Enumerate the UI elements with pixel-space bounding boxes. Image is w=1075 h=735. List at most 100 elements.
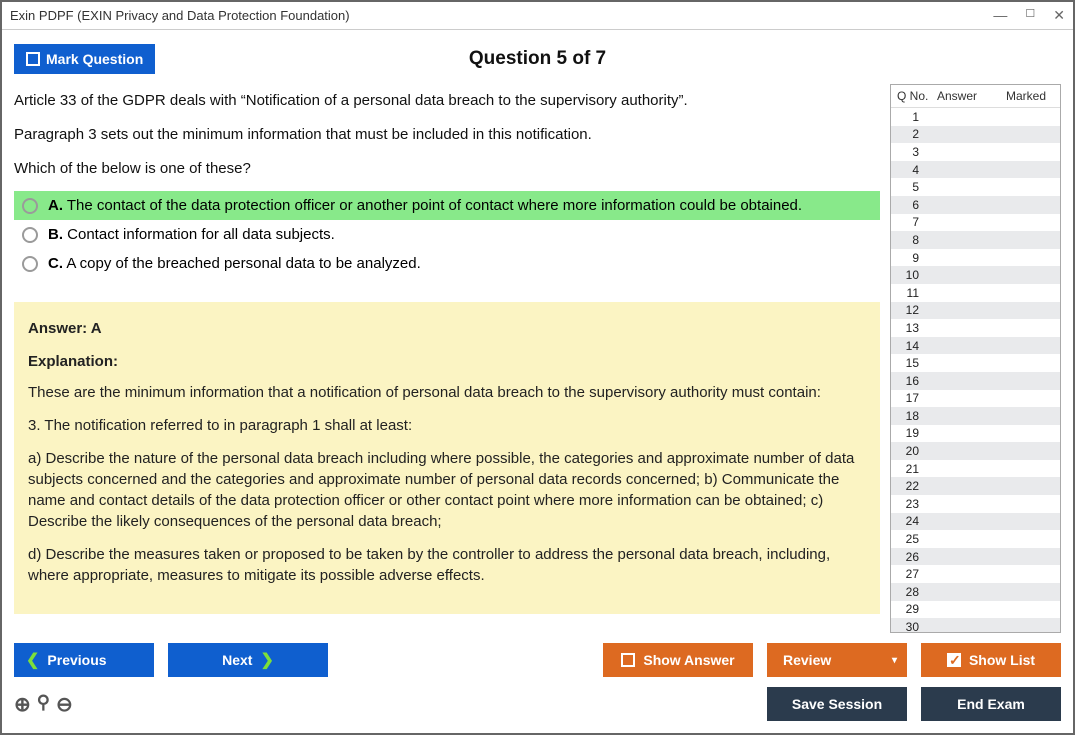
question-list-row[interactable]: 19: [891, 425, 1060, 443]
answer-heading: Answer: A: [28, 318, 866, 339]
question-number: 9: [897, 251, 927, 265]
question-number: 15: [897, 356, 927, 370]
question-list-row[interactable]: 6: [891, 196, 1060, 214]
previous-label: Previous: [47, 652, 106, 668]
close-icon[interactable]: ✕: [1053, 7, 1065, 24]
zoom-reset-icon[interactable]: ⚲: [37, 692, 50, 717]
review-label: Review: [783, 652, 831, 668]
col-answer: Answer: [937, 89, 997, 103]
answer-explanation-box: Answer: A Explanation: These are the min…: [14, 302, 880, 614]
question-number: 5: [897, 180, 927, 194]
question-list-row[interactable]: 14: [891, 337, 1060, 355]
question-list-row[interactable]: 16: [891, 372, 1060, 390]
option-text: The contact of the data protection offic…: [63, 197, 802, 214]
option-letter: B.: [48, 226, 63, 243]
question-text: Article 33 of the GDPR deals with “Notif…: [14, 90, 880, 179]
question-number: 2: [897, 127, 927, 141]
question-list[interactable]: 1234567891011121314151617181920212223242…: [891, 107, 1060, 632]
question-list-row[interactable]: 30: [891, 618, 1060, 632]
question-number: 20: [897, 444, 927, 458]
titlebar: Exin PDPF (EXIN Privacy and Data Protect…: [2, 2, 1073, 30]
question-list-row[interactable]: 22: [891, 477, 1060, 495]
question-number: 10: [897, 268, 927, 282]
option-a[interactable]: A. The contact of the data protection of…: [14, 191, 880, 220]
question-number: 22: [897, 479, 927, 493]
question-number: 12: [897, 303, 927, 317]
question-number: 7: [897, 215, 927, 229]
question-list-row[interactable]: 28: [891, 583, 1060, 601]
question-number: 11: [897, 286, 927, 300]
question-list-row[interactable]: 2: [891, 126, 1060, 144]
show-list-button[interactable]: Show List: [921, 643, 1061, 677]
question-list-row[interactable]: 17: [891, 390, 1060, 408]
question-list-row[interactable]: 1: [891, 108, 1060, 126]
question-list-row[interactable]: 12: [891, 302, 1060, 320]
col-qno: Q No.: [897, 89, 937, 103]
show-answer-label: Show Answer: [643, 652, 734, 668]
question-list-row[interactable]: 26: [891, 548, 1060, 566]
question-para: Paragraph 3 sets out the minimum informa…: [14, 124, 880, 146]
question-number: 4: [897, 163, 927, 177]
mark-question-button[interactable]: Mark Question: [14, 44, 155, 74]
show-answer-button[interactable]: Show Answer: [603, 643, 753, 677]
question-list-row[interactable]: 20: [891, 442, 1060, 460]
previous-button[interactable]: ❮ Previous: [14, 643, 154, 677]
option-c[interactable]: C. A copy of the breached personal data …: [14, 249, 880, 278]
question-number: 18: [897, 409, 927, 423]
question-list-row[interactable]: 27: [891, 565, 1060, 583]
explanation-heading: Explanation:: [28, 351, 866, 372]
question-number: 29: [897, 602, 927, 616]
option-letter: C.: [48, 255, 63, 272]
question-number: 24: [897, 514, 927, 528]
zoom-out-icon[interactable]: ⊖: [56, 692, 73, 717]
question-para: Article 33 of the GDPR deals with “Notif…: [14, 90, 880, 112]
minimize-icon[interactable]: —: [993, 7, 1007, 24]
question-number: 30: [897, 620, 927, 632]
question-list-row[interactable]: 15: [891, 354, 1060, 372]
zoom-in-icon[interactable]: ⊕: [14, 692, 31, 717]
review-button[interactable]: Review ▾: [767, 643, 907, 677]
question-number: 16: [897, 374, 927, 388]
question-number: 17: [897, 391, 927, 405]
save-session-button[interactable]: Save Session: [767, 687, 907, 721]
mark-question-label: Mark Question: [46, 51, 143, 67]
show-list-label: Show List: [969, 652, 1035, 668]
question-list-row[interactable]: 10: [891, 266, 1060, 284]
question-list-row[interactable]: 29: [891, 601, 1060, 619]
question-list-row[interactable]: 9: [891, 249, 1060, 267]
question-list-row[interactable]: 8: [891, 231, 1060, 249]
question-list-row[interactable]: 13: [891, 319, 1060, 337]
radio-icon: [22, 227, 38, 243]
radio-icon: [22, 256, 38, 272]
question-number: 23: [897, 497, 927, 511]
question-list-header: Q No. Answer Marked: [891, 85, 1060, 107]
question-list-row[interactable]: 5: [891, 178, 1060, 196]
question-list-row[interactable]: 24: [891, 513, 1060, 531]
question-list-row[interactable]: 25: [891, 530, 1060, 548]
question-number: 3: [897, 145, 927, 159]
chevron-right-icon: ❯: [260, 650, 273, 670]
question-para: Which of the below is one of these?: [14, 158, 880, 180]
end-exam-label: End Exam: [957, 696, 1025, 712]
question-list-row[interactable]: 7: [891, 214, 1060, 232]
question-list-row[interactable]: 21: [891, 460, 1060, 478]
question-number: 27: [897, 567, 927, 581]
explanation-para: a) Describe the nature of the personal d…: [28, 448, 866, 532]
end-exam-button[interactable]: End Exam: [921, 687, 1061, 721]
save-session-label: Save Session: [792, 696, 882, 712]
next-label: Next: [222, 652, 252, 668]
maximize-icon[interactable]: ☐: [1025, 7, 1035, 24]
question-list-row[interactable]: 3: [891, 143, 1060, 161]
question-list-row[interactable]: 11: [891, 284, 1060, 302]
question-list-row[interactable]: 18: [891, 407, 1060, 425]
dropdown-icon: ▾: [892, 655, 897, 666]
question-list-row[interactable]: 4: [891, 161, 1060, 179]
option-b[interactable]: B. Contact information for all data subj…: [14, 220, 880, 249]
next-button[interactable]: Next ❯: [168, 643, 328, 677]
question-number: 19: [897, 426, 927, 440]
radio-icon: [22, 198, 38, 214]
window-controls: — ☐ ✕: [993, 7, 1065, 24]
question-list-row[interactable]: 23: [891, 495, 1060, 513]
option-letter: A.: [48, 197, 63, 214]
col-marked: Marked: [997, 89, 1054, 103]
